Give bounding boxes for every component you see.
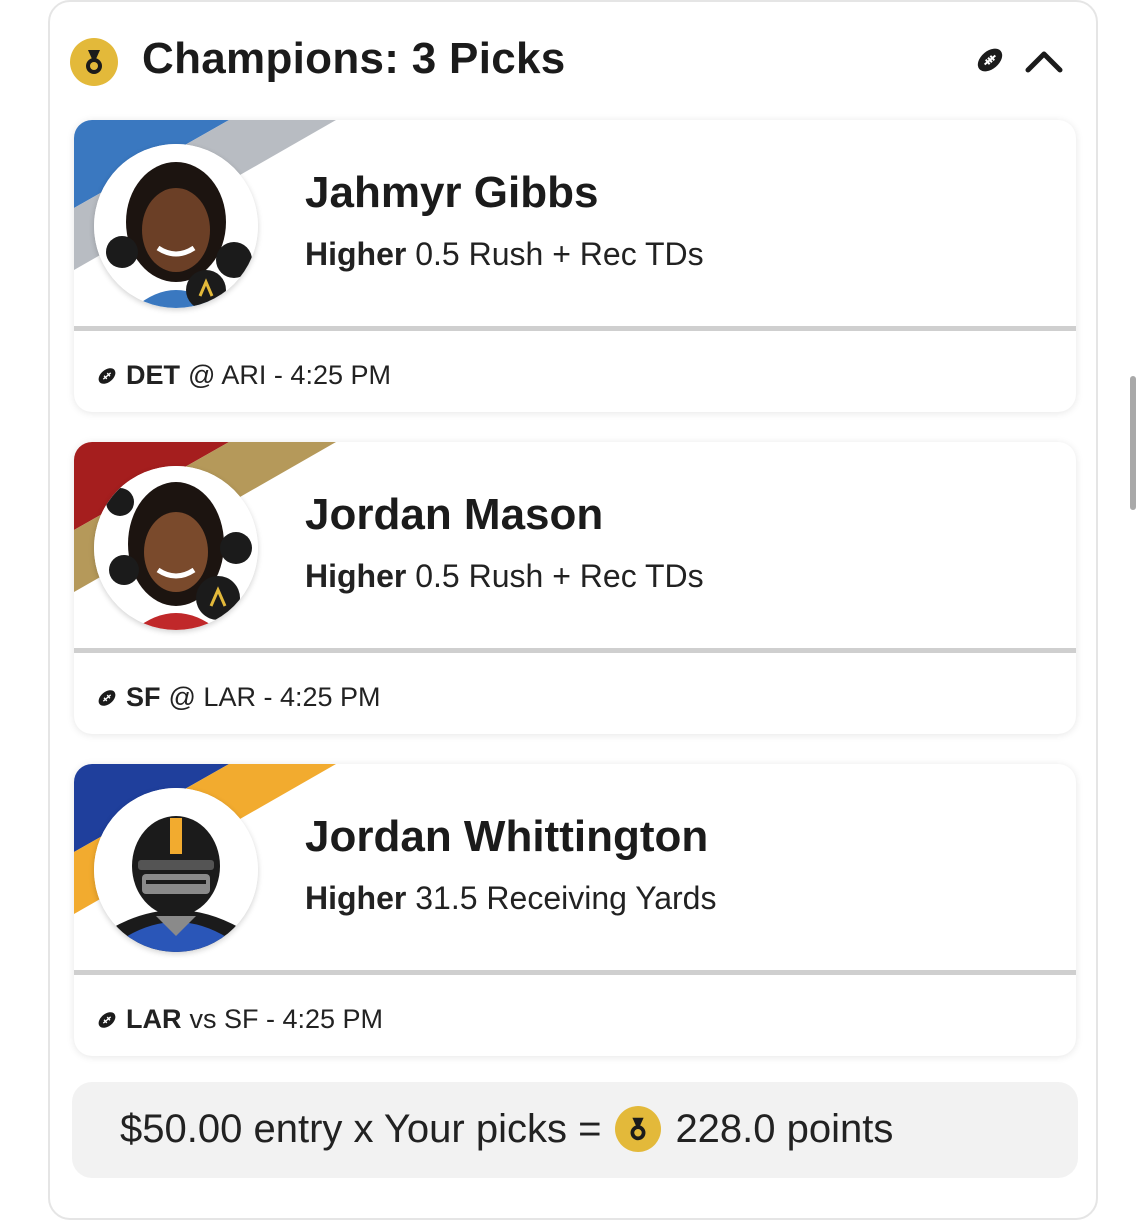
football-icon	[96, 365, 118, 387]
player-name: Jordan Mason	[305, 490, 604, 539]
entry-formula: $50.00 entry x Your picks =	[120, 1106, 602, 1151]
pick-direction: Higher	[305, 236, 407, 272]
player-avatar	[94, 144, 258, 308]
pick-direction: Higher	[305, 558, 407, 594]
stat-line: 31.5 Receiving Yards	[415, 880, 717, 916]
prop-line: Higher 0.5 Rush + Rec TDs	[305, 236, 704, 273]
football-icon	[96, 687, 118, 709]
pick-card[interactable]: Jordan Mason Higher 0.5 Rush + Rec TDs S…	[74, 442, 1076, 734]
pick-card[interactable]: Jordan Whittington Higher 31.5 Receiving…	[74, 764, 1076, 1056]
summary-line: $50.00 entry x Your picks = 228.0 points	[120, 1106, 893, 1152]
team-abbr: DET	[126, 360, 180, 390]
medal-icon	[70, 38, 118, 86]
stat-line: 0.5 Rush + Rec TDs	[415, 558, 704, 594]
player-avatar	[94, 466, 258, 630]
game-info: DET @ ARI - 4:25 PM	[96, 360, 391, 391]
player-avatar	[94, 788, 258, 952]
game-info: SF @ LAR - 4:25 PM	[96, 682, 381, 713]
points-value: 228.0 points	[675, 1106, 894, 1151]
divider	[74, 326, 1076, 331]
divider	[74, 970, 1076, 975]
pick-direction: Higher	[305, 880, 407, 916]
pick-card[interactable]: Jahmyr Gibbs Higher 0.5 Rush + Rec TDs D…	[74, 120, 1076, 412]
football-icon	[96, 1009, 118, 1031]
matchup-time: vs SF - 4:25 PM	[189, 1004, 384, 1034]
matchup-time: @ ARI - 4:25 PM	[188, 360, 391, 390]
matchup-time: @ LAR - 4:25 PM	[168, 682, 381, 712]
prop-line: Higher 0.5 Rush + Rec TDs	[305, 558, 704, 595]
panel-title: Champions: 3 Picks	[142, 34, 566, 83]
picks-panel: Champions: 3 Picks Jahmyr Gibbs Higher 0…	[48, 0, 1098, 1220]
scrollbar[interactable]	[1130, 376, 1136, 510]
football-icon	[974, 44, 1006, 81]
payout-summary: $50.00 entry x Your picks = 228.0 points	[72, 1082, 1078, 1178]
panel-header: Champions: 3 Picks	[50, 2, 1096, 120]
player-name: Jahmyr Gibbs	[305, 168, 599, 217]
chevron-up-icon[interactable]	[1024, 46, 1064, 76]
stat-line: 0.5 Rush + Rec TDs	[415, 236, 704, 272]
team-abbr: SF	[126, 682, 161, 712]
game-info: LAR vs SF - 4:25 PM	[96, 1004, 383, 1035]
divider	[74, 648, 1076, 653]
team-abbr: LAR	[126, 1004, 182, 1034]
prop-line: Higher 31.5 Receiving Yards	[305, 880, 716, 917]
medal-icon	[615, 1106, 662, 1152]
player-name: Jordan Whittington	[305, 812, 709, 861]
